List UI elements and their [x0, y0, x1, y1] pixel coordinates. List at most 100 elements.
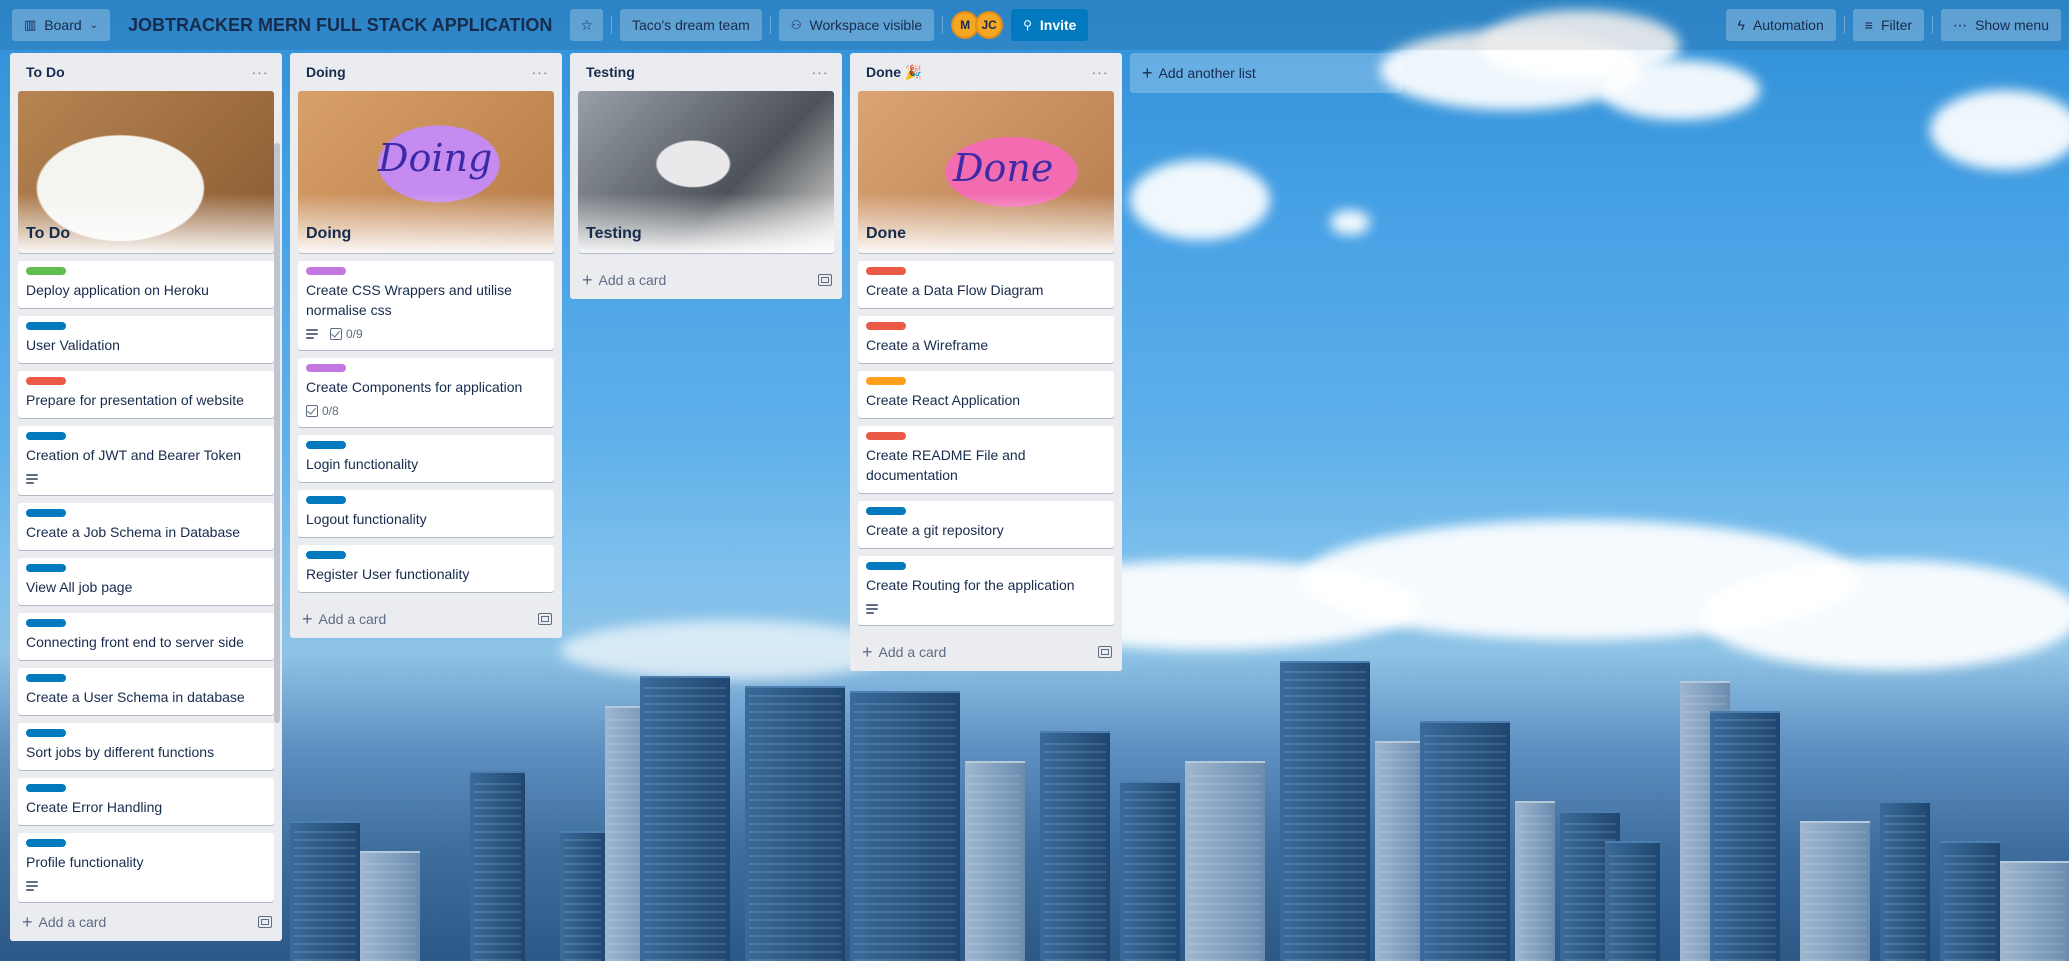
cover-card[interactable]: Testing [578, 91, 834, 253]
label-bar[interactable] [866, 507, 906, 515]
label-bar[interactable] [866, 562, 906, 570]
list-card[interactable]: Logout functionality [298, 490, 554, 537]
card-template-icon[interactable] [818, 274, 832, 286]
cover-card[interactable]: Doing Doing [298, 91, 554, 253]
list-card[interactable]: Create a Data Flow Diagram [858, 261, 1114, 308]
list-card[interactable]: View All job page [18, 558, 274, 605]
card-title: Register User functionality [306, 566, 470, 582]
list-title[interactable]: Done 🎉 [866, 64, 922, 81]
card-container: Testing [570, 91, 842, 261]
list-card[interactable]: Create README File and documentation [858, 426, 1114, 493]
list-title[interactable]: Testing [586, 64, 635, 80]
label-bar[interactable] [866, 432, 906, 440]
label-bar[interactable] [306, 551, 346, 559]
view-switcher-button[interactable]: ▥ Board ⌄ [12, 9, 111, 41]
list-card[interactable]: Create Error Handling [18, 778, 274, 825]
label-bar[interactable] [866, 267, 906, 275]
card-template-icon[interactable] [1098, 646, 1112, 658]
list-card[interactable]: Create CSS Wrappers and utilise normalis… [298, 261, 554, 350]
list-card[interactable]: Creation of JWT and Bearer Token [18, 426, 274, 495]
list-card[interactable]: Connecting front end to server side [18, 613, 274, 660]
list-menu-icon[interactable]: ··· [1088, 60, 1112, 84]
cover-card[interactable]: To Do [18, 91, 274, 253]
card-container: Doing Doing Create CSS Wrappers and util… [290, 91, 562, 600]
list-card[interactable]: Create a Wireframe [858, 316, 1114, 363]
card-title: Connecting front end to server side [26, 634, 244, 650]
list-card[interactable]: Register User functionality [298, 545, 554, 592]
add-card-label: Add a card [878, 644, 947, 660]
list-card[interactable]: Create a git repository [858, 501, 1114, 548]
list-title[interactable]: Doing [306, 64, 346, 80]
list-card[interactable]: Prepare for presentation of website [18, 371, 274, 418]
show-menu-button[interactable]: ⋯ Show menu [1941, 9, 2061, 41]
list-card[interactable]: Login functionality [298, 435, 554, 482]
cover-image: Done Done [858, 91, 1114, 253]
show-menu-label: Show menu [1975, 17, 2049, 33]
label-bar[interactable] [26, 784, 66, 792]
add-card-button[interactable]: + Add a card [290, 600, 562, 638]
add-list-button[interactable]: + Add another list [1130, 53, 1402, 93]
chevron-down-icon: ⌄ [89, 19, 99, 31]
filter-button[interactable]: ≡ Filter [1852, 9, 1925, 41]
checklist-count: 0/9 [346, 327, 363, 341]
label-bar[interactable] [26, 729, 66, 737]
card-template-icon[interactable] [258, 916, 272, 928]
card-title: Create a User Schema in database [26, 689, 245, 705]
list-menu-icon[interactable]: ··· [248, 60, 272, 84]
star-icon: ☆ [580, 16, 593, 33]
card-title: View All job page [26, 579, 133, 595]
list-card[interactable]: Create a Job Schema in Database [18, 503, 274, 550]
list-card[interactable]: User Validation [18, 316, 274, 363]
automation-button[interactable]: ϟ Automation [1725, 9, 1836, 41]
label-bar[interactable] [26, 322, 66, 330]
label-bar[interactable] [26, 377, 66, 385]
label-bar[interactable] [26, 839, 66, 847]
label-bar[interactable] [866, 322, 906, 330]
list-menu-icon[interactable]: ··· [528, 60, 552, 84]
label-bar[interactable] [26, 432, 66, 440]
avatar[interactable]: JC [975, 11, 1004, 39]
board-title[interactable]: JOBTRACKER MERN FULL STACK APPLICATION [118, 15, 562, 36]
add-card-button[interactable]: + Add a card [570, 261, 842, 299]
list-card[interactable]: Create React Application [858, 371, 1114, 418]
list-doing: Doing ··· Doing Doing Create CSS Wrapper… [290, 53, 562, 638]
list-card[interactable]: Profile functionality [18, 833, 274, 902]
add-card-button[interactable]: + Add a card [10, 903, 282, 941]
label-bar[interactable] [26, 267, 66, 275]
list-to-do: To Do ··· To Do Deploy application on He… [10, 53, 282, 941]
header-divider [1932, 16, 1934, 34]
list-card[interactable]: Create a User Schema in database [18, 668, 274, 715]
cover-card[interactable]: Done Done [858, 91, 1114, 253]
label-bar[interactable] [306, 267, 346, 275]
list-title[interactable]: To Do [26, 64, 65, 80]
card-badges: 0/9 [306, 326, 546, 342]
card-template-icon[interactable] [538, 613, 552, 625]
workspace-button[interactable]: Taco's dream team [619, 9, 762, 41]
list-card[interactable]: Sort jobs by different functions [18, 723, 274, 770]
label-bar[interactable] [306, 441, 346, 449]
invite-button[interactable]: ⚲ Invite [1011, 9, 1089, 41]
card-title: Sort jobs by different functions [26, 744, 215, 760]
list-card[interactable]: Create Components for application 0/8 [298, 358, 554, 427]
plus-icon: + [582, 270, 593, 290]
filter-icon: ≡ [1864, 17, 1873, 33]
star-button[interactable]: ☆ [570, 9, 603, 41]
list-menu-icon[interactable]: ··· [808, 60, 832, 84]
label-bar[interactable] [26, 509, 66, 517]
header-right: ϟ Automation ≡ Filter ⋯ Show menu [1725, 9, 2061, 41]
list-header: Doing ··· [290, 53, 562, 91]
list-header: Testing ··· [570, 53, 842, 91]
list-card[interactable]: Create Routing for the application [858, 556, 1114, 625]
list-card[interactable]: Deploy application on Heroku [18, 261, 274, 308]
label-bar[interactable] [26, 674, 66, 682]
add-card-button[interactable]: + Add a card [850, 633, 1122, 671]
label-bar[interactable] [26, 619, 66, 627]
visibility-button[interactable]: ⚇ Workspace visible [778, 9, 935, 41]
label-bar[interactable] [306, 496, 346, 504]
card-title: Create a Wireframe [866, 337, 989, 353]
label-bar[interactable] [866, 377, 906, 385]
list-done: Done 🎉 ··· Done Done Create a Data Flow … [850, 53, 1122, 671]
label-bar[interactable] [306, 364, 346, 372]
label-bar[interactable] [26, 564, 66, 572]
list-scrollbar[interactable] [274, 143, 280, 723]
